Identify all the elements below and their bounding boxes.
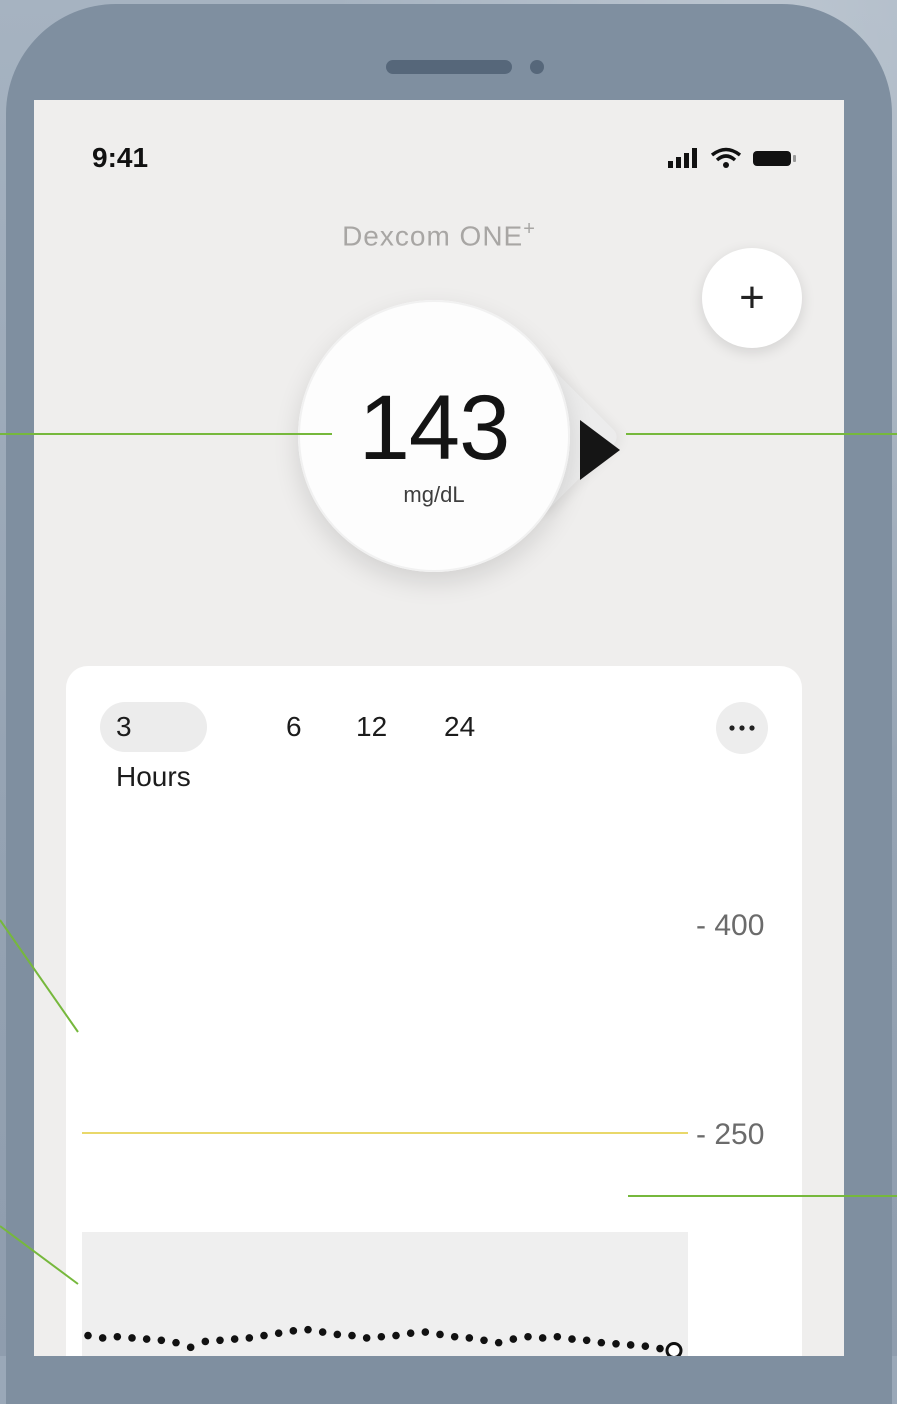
glucose-point (553, 1332, 562, 1341)
glucose-point (318, 1328, 327, 1336)
glucose-point (626, 1341, 635, 1349)
glucose-point (377, 1332, 386, 1341)
glucose-point (98, 1334, 107, 1342)
phone-speaker (386, 60, 512, 74)
brand-superscript: + (523, 218, 536, 240)
glucose-point (656, 1344, 664, 1353)
glucose-point (274, 1329, 283, 1338)
glucose-point (333, 1330, 342, 1339)
glucose-point (289, 1327, 298, 1335)
glucose-point (245, 1334, 254, 1342)
current-reading-point (665, 1342, 683, 1356)
glucose-point (421, 1328, 430, 1336)
glucose-point (538, 1334, 547, 1342)
glucose-chart: - 400- 250- 70- 40 (82, 909, 764, 1356)
battery-icon (753, 151, 796, 166)
glucose-unit: mg/dL (403, 482, 465, 507)
brand-name: Dexcom ONE (342, 220, 524, 252)
glucose-point (406, 1329, 415, 1338)
phone-camera (530, 60, 544, 74)
glucose-point (509, 1335, 518, 1343)
app-logo: Dexcom ONE+ (34, 218, 844, 252)
glucose-point (230, 1335, 239, 1343)
signal-icon (668, 148, 697, 168)
glucose-point (465, 1334, 474, 1342)
glucose-point (157, 1336, 166, 1345)
plus-icon: + (739, 273, 765, 322)
trend-arrow-icon (580, 420, 620, 480)
glucose-value: 143 (358, 377, 511, 479)
y-tick-label: - 400 (696, 909, 764, 942)
y-tick-label: - 250 (696, 1118, 764, 1151)
glucose-point (436, 1330, 444, 1339)
glucose-point (142, 1335, 151, 1343)
glucose-point (524, 1332, 532, 1341)
glucose-point (84, 1331, 92, 1340)
glucose-point (582, 1336, 591, 1345)
glucose-point (260, 1331, 268, 1340)
glucose-point (494, 1338, 503, 1347)
glucose-point (612, 1340, 620, 1348)
status-icons (668, 147, 796, 168)
glucose-point (568, 1335, 576, 1343)
glucose-point (216, 1336, 224, 1345)
glucose-point (304, 1325, 312, 1334)
glucose-point (392, 1331, 400, 1340)
glucose-point (172, 1338, 180, 1347)
glucose-graph-card: 3 Hours 6 12 24 - 400- 250- 70- 40 (66, 666, 802, 1356)
glucose-point (480, 1336, 488, 1345)
add-event-button[interactable]: + (702, 248, 802, 348)
glucose-point (186, 1343, 195, 1352)
status-time: 9:41 (92, 142, 149, 173)
glucose-point (450, 1332, 459, 1341)
glucose-point (362, 1334, 371, 1342)
app-screen: 9:41 Dexcom ONE+ + 143 mg/dL 3 Hours 6 1… (34, 100, 844, 1356)
glucose-point (348, 1331, 356, 1340)
glucose-point (597, 1338, 606, 1347)
glucose-point (113, 1332, 122, 1341)
glucose-point (128, 1334, 136, 1342)
wifi-icon (710, 147, 742, 162)
glucose-reading[interactable]: 143 mg/dL (298, 300, 628, 580)
glucose-point (201, 1337, 210, 1346)
glucose-point (641, 1342, 650, 1350)
